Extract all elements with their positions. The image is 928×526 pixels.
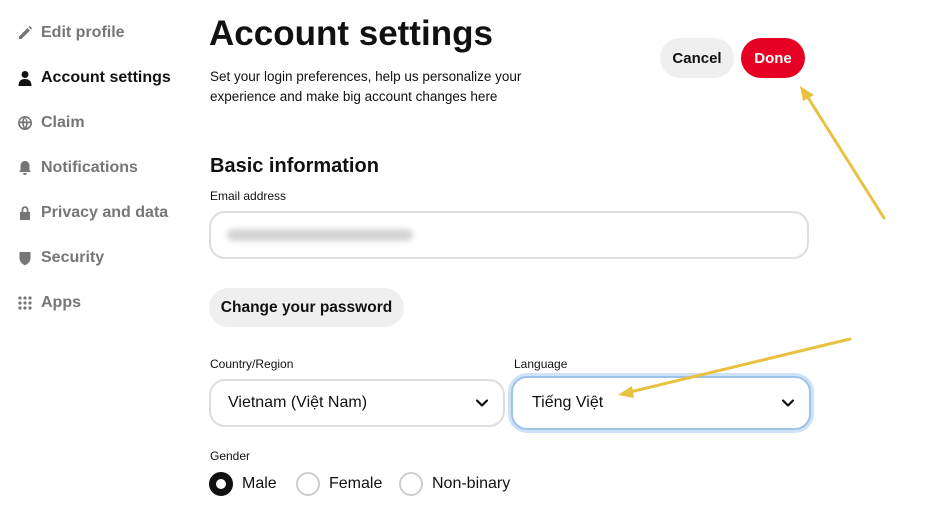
radio-button[interactable]	[399, 472, 423, 496]
change-password-button[interactable]: Change your password	[209, 288, 404, 327]
language-value: Tiếng Việt	[532, 394, 604, 411]
sidebar-item-label: Privacy and data	[41, 204, 169, 221]
sidebar-item-edit-profile[interactable]: Edit profile	[16, 20, 125, 46]
sidebar-item-label: Apps	[41, 294, 81, 311]
bell-icon	[16, 159, 34, 177]
radio-label: Non-binary	[432, 475, 511, 492]
country-value: Vietnam (Việt Nam)	[228, 394, 368, 411]
person-icon	[16, 69, 34, 87]
page-subtitle: Set your login preferences, help us pers…	[210, 69, 522, 104]
section-title-basic-information: Basic information	[210, 155, 379, 177]
sidebar-item-security[interactable]: Security	[16, 245, 104, 271]
grid-icon	[16, 294, 34, 312]
arrow-to-done-button	[800, 86, 886, 220]
gender-option-female[interactable]: Female	[296, 471, 382, 497]
sidebar-item-label: Account settings	[41, 69, 171, 86]
gender-label: Gender	[210, 449, 251, 463]
email-value-blurred	[227, 229, 413, 241]
radio-label: Male	[242, 475, 277, 492]
country-label: Country/Region	[210, 357, 294, 371]
chevron-down-icon	[475, 396, 489, 410]
shield-icon	[16, 249, 34, 267]
email-label: Email address	[210, 189, 287, 203]
sidebar-item-privacy-and-data[interactable]: Privacy and data	[16, 200, 168, 226]
chevron-down-icon	[781, 396, 795, 410]
sidebar-item-claim[interactable]: Claim	[16, 110, 85, 136]
language-select[interactable]: Tiếng Việt	[511, 376, 811, 430]
cancel-button[interactable]: Cancel	[660, 38, 734, 78]
sidebar-item-account-settings[interactable]: Account settings	[16, 65, 171, 91]
radio-button[interactable]	[296, 472, 320, 496]
sidebar-item-label: Security	[41, 249, 105, 266]
language-label: Language	[514, 357, 568, 371]
gender-option-male[interactable]: Male	[209, 471, 277, 497]
radio-button-checked[interactable]	[209, 472, 233, 496]
sidebar-item-label: Claim	[41, 114, 85, 131]
page-title: Account settings	[209, 14, 493, 53]
globe-icon	[16, 114, 34, 132]
gender-option-non-binary[interactable]: Non-binary	[399, 471, 510, 497]
lock-icon	[16, 204, 34, 222]
sidebar-item-apps[interactable]: Apps	[16, 290, 81, 316]
country-select[interactable]: Vietnam (Việt Nam)	[209, 379, 505, 427]
email-field[interactable]	[209, 211, 809, 259]
sidebar-item-notifications[interactable]: Notifications	[16, 155, 138, 181]
pencil-icon	[16, 24, 34, 42]
sidebar-item-label: Edit profile	[41, 24, 125, 41]
sidebar-item-label: Notifications	[41, 159, 138, 176]
done-button[interactable]: Done	[741, 38, 805, 78]
radio-label: Female	[329, 475, 383, 492]
